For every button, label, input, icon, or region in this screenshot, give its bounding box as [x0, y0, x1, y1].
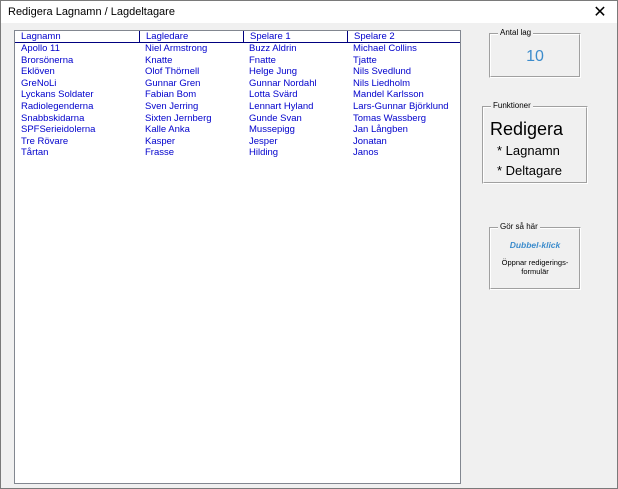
list-rows: Apollo 11 Niel Armstrong Buzz Aldrin Mic… — [15, 43, 460, 159]
functions-title: Redigera — [490, 119, 564, 139]
cell-lagnamn: SPFSerieidolerna — [21, 124, 96, 136]
cell-spelare-1: Helge Jung — [249, 66, 298, 78]
list-row[interactable]: Lyckans Soldater Fabian Bom Lotta Svärd … — [15, 89, 460, 101]
window-title: Redigera Lagnamn / Lagdeltagare — [8, 6, 175, 18]
column-header-spelare-1: Spelare 1 — [243, 31, 347, 43]
cell-lagnamn: Brorsönerna — [21, 54, 74, 66]
cell-spelare-1: Lotta Svärd — [249, 89, 298, 101]
cell-lagnamn: GreNoLi — [21, 77, 57, 89]
cell-lagledare: Kalle Anka — [145, 124, 190, 136]
cell-spelare-1: Mussepigg — [249, 124, 295, 136]
cell-spelare-1: Buzz Aldrin — [249, 43, 297, 54]
help-description: Öppnar redigerings-formulär — [501, 258, 569, 276]
cell-spelare-2: Tjatte — [353, 54, 377, 66]
cell-lagledare: Sven Jerring — [145, 100, 199, 112]
list-row[interactable]: GreNoLi Gunnar Gren Gunnar Nordahl Nils … — [15, 78, 460, 90]
cell-lagledare: Frasse — [145, 147, 175, 159]
help-frame: Gör så här Dubbel-klick Öppnar redigerin… — [489, 222, 581, 290]
cell-lagnamn: Tårtan — [21, 147, 49, 159]
list-row[interactable]: SPFSerieidolerna Kalle Anka Mussepigg Ja… — [15, 124, 460, 136]
cell-spelare-2: Mandel Karlsson — [353, 89, 424, 101]
cell-spelare-1: Hilding — [249, 147, 279, 159]
function-item-deltagare: * Deltagare — [497, 163, 563, 178]
title-bar: Redigera Lagnamn / Lagdeltagare ✕ — [1, 1, 617, 23]
team-count-caption: Antal lag — [498, 28, 534, 38]
column-header-lagledare: Lagledare — [139, 31, 243, 43]
help-action-label: Dubbel-klick — [509, 240, 561, 250]
dialog-window: Redigera Lagnamn / Lagdeltagare ✕ Lagnam… — [0, 0, 618, 489]
cell-spelare-2: Jan Långben — [353, 124, 408, 136]
list-row[interactable]: Tre Rövare Kasper Jesper Jonatan — [15, 136, 460, 148]
cell-spelare-2: Nils Liedholm — [353, 77, 411, 89]
list-row[interactable]: Apollo 11 Niel Armstrong Buzz Aldrin Mic… — [15, 43, 460, 55]
cell-lagnamn: Lyckans Soldater — [21, 89, 94, 101]
cell-spelare-2: Nils Svedlund — [353, 66, 412, 78]
column-header-lagnamn: Lagnamn — [21, 31, 61, 42]
help-caption: Gör så här — [498, 222, 540, 232]
cell-lagnamn: Apollo 11 — [21, 43, 60, 54]
close-icon: ✕ — [593, 4, 607, 21]
cell-lagledare: Niel Armstrong — [145, 43, 208, 54]
teams-listbox[interactable]: Lagnamn Lagledare Spelare 1 Spelare 2 Ap… — [14, 30, 461, 484]
cell-spelare-2: Janos — [353, 147, 379, 159]
column-header-spelare-2: Spelare 2 — [347, 31, 460, 43]
list-row[interactable]: Brorsönerna Knatte Fnatte Tjatte — [15, 55, 460, 67]
cell-lagledare: Sixten Jernberg — [145, 112, 212, 124]
list-row[interactable]: Radiolegenderna Sven Jerring Lennart Hyl… — [15, 101, 460, 113]
functions-frame: Funktioner Redigera * Lagnamn * Deltagar… — [482, 101, 588, 184]
list-row[interactable]: Eklöven Olof Thörnell Helge Jung Nils Sv… — [15, 66, 460, 78]
cell-spelare-1: Lennart Hyland — [249, 100, 314, 112]
cell-spelare-1: Gunde Svan — [249, 112, 302, 124]
team-count-value: 10 — [526, 48, 544, 65]
cell-spelare-2: Lars-Gunnar Björklund — [353, 100, 449, 112]
team-count-frame: Antal lag 10 — [489, 28, 581, 78]
cell-spelare-1: Fnatte — [249, 54, 276, 66]
cell-lagnamn: Eklöven — [21, 66, 55, 78]
list-row[interactable]: Snabbskidarna Sixten Jernberg Gunde Svan… — [15, 113, 460, 125]
list-row[interactable]: Tårtan Frasse Hilding Janos — [15, 147, 460, 159]
cell-lagledare: Kasper — [145, 135, 176, 147]
cell-spelare-2: Jonatan — [353, 135, 387, 147]
cell-lagledare: Gunnar Gren — [145, 77, 201, 89]
functions-caption: Funktioner — [491, 101, 533, 111]
cell-lagnamn: Tre Rövare — [21, 135, 69, 147]
function-item-lagnamn: * Lagnamn — [497, 143, 560, 158]
cell-spelare-1: Gunnar Nordahl — [249, 77, 317, 89]
cell-spelare-1: Jesper — [249, 135, 278, 147]
cell-lagnamn: Radiolegenderna — [21, 100, 94, 112]
cell-lagledare: Fabian Bom — [145, 89, 197, 101]
cell-lagledare: Olof Thörnell — [145, 66, 200, 78]
cell-lagledare: Knatte — [145, 54, 173, 66]
cell-lagnamn: Snabbskidarna — [21, 112, 85, 124]
list-header: Lagnamn Lagledare Spelare 1 Spelare 2 — [15, 31, 460, 43]
close-button[interactable]: ✕ — [583, 1, 617, 23]
cell-spelare-2: Michael Collins — [353, 43, 417, 54]
cell-spelare-2: Tomas Wassberg — [353, 112, 427, 124]
